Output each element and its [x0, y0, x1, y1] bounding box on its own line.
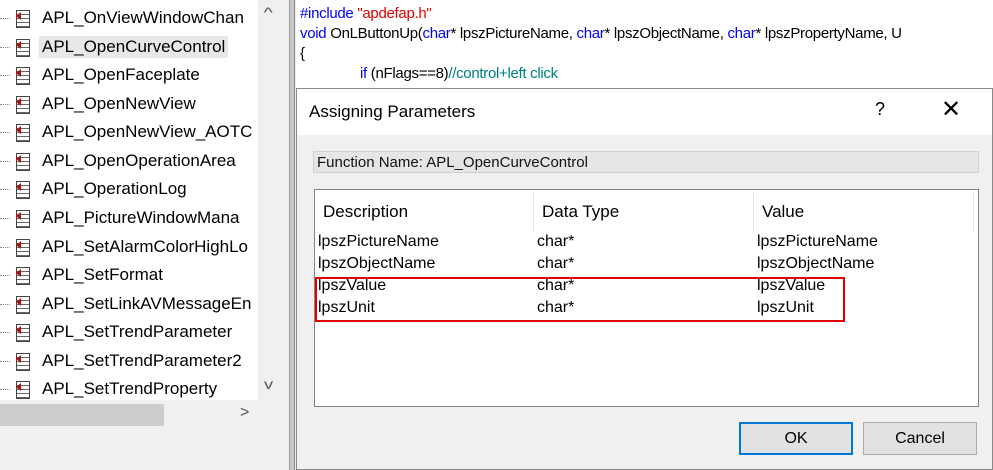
code-token: * lpszPictureName, [450, 25, 577, 42]
list-item[interactable]: APL_SetTrendProperty [0, 376, 220, 400]
code-token: * lpszObjectName, [604, 25, 728, 42]
vertical-scrollbar[interactable]: ^ v [258, 0, 285, 400]
function-list: APL_OnViewWindowChan APL_OpenCurveContro… [0, 0, 258, 400]
list-item[interactable]: APL_SetTrendParameter [0, 319, 235, 345]
cell-data-type: char* [537, 233, 575, 250]
code-token: char [727, 25, 756, 42]
list-item-selected[interactable]: APL_OpenCurveControl [0, 34, 229, 60]
close-button[interactable]: ✕ [941, 95, 961, 124]
list-item[interactable]: APL_OnViewWindowChan [0, 5, 247, 31]
function-icon [12, 8, 30, 28]
list-item[interactable]: APL_PictureWindowMana [0, 205, 242, 231]
cell-description[interactable]: lpszObjectName [318, 255, 435, 273]
list-item[interactable]: APL_OperationLog [0, 176, 190, 202]
code-token: (nFlags==8) [366, 65, 449, 82]
function-icon [12, 379, 30, 399]
function-name-field: Function Name: APL_OpenCurveControl [313, 151, 979, 173]
function-icon [12, 237, 30, 257]
code-token: { [300, 45, 305, 62]
ok-button[interactable]: OK [739, 422, 853, 455]
cell-data-type: char* [537, 255, 575, 272]
code-token: OnLButtonUp( [326, 25, 423, 42]
list-item[interactable]: APL_OpenFaceplate [0, 62, 203, 88]
code-token: * lpszPropertyName, U [755, 25, 902, 42]
scroll-right-icon[interactable]: > [240, 404, 249, 422]
function-icon [12, 179, 30, 199]
cancel-button[interactable]: Cancel [863, 422, 977, 455]
scroll-up-icon[interactable]: ^ [264, 4, 273, 20]
assigning-parameters-dialog: Assigning Parameters ? ✕ Function Name: … [296, 88, 993, 470]
function-icon [12, 294, 30, 314]
column-header-value[interactable]: Value [754, 192, 974, 232]
list-item[interactable]: APL_SetAlarmColorHighLo [0, 234, 251, 260]
parameters-table[interactable]: Description Data Type Value lpszPictureN… [314, 189, 979, 407]
cell-description[interactable]: lpszPictureName [318, 233, 439, 251]
dialog-titlebar: Assigning Parameters ? ✕ [297, 89, 992, 135]
horizontal-scrollbar[interactable]: > [0, 400, 285, 427]
function-icon [12, 322, 30, 342]
cell-value[interactable]: lpszObjectName [757, 255, 874, 273]
function-icon [12, 208, 30, 228]
function-icon [12, 351, 30, 371]
function-icon [12, 265, 30, 285]
splitter[interactable] [289, 0, 295, 470]
list-item[interactable]: APL_OpenNewView [0, 91, 199, 117]
highlight-box [315, 277, 845, 322]
list-item[interactable]: APL_SetLinkAVMessageEn [0, 291, 254, 317]
column-header-data-type[interactable]: Data Type [534, 192, 754, 232]
function-icon [12, 122, 30, 142]
list-item[interactable]: APL_SetFormat [0, 262, 166, 288]
help-button[interactable]: ? [875, 99, 885, 120]
column-header-description[interactable]: Description [315, 192, 534, 232]
code-token: if [360, 65, 367, 82]
function-tree-panel: APL_OnViewWindowChan APL_OpenCurveContro… [0, 0, 288, 470]
code-editor[interactable]: #include "apdefap.h" void OnLButtonUp(ch… [296, 0, 993, 88]
code-token: char [576, 25, 605, 42]
cell-value[interactable]: lpszPictureName [757, 233, 878, 251]
function-icon [12, 151, 30, 171]
list-item[interactable]: APL_SetTrendParameter2 [0, 348, 245, 374]
function-icon [12, 65, 30, 85]
scrollbar-thumb[interactable] [0, 404, 164, 426]
function-icon [12, 94, 30, 114]
code-token: //control+left click [448, 65, 558, 82]
code-token: "apdefap.h" [357, 5, 432, 22]
list-item[interactable]: APL_OpenOperationArea [0, 148, 239, 174]
code-token: #include [300, 5, 354, 22]
list-item[interactable]: APL_OpenNewView_AOTC [0, 119, 255, 145]
code-token: void [300, 25, 327, 42]
code-token: char [422, 25, 451, 42]
scroll-down-icon[interactable]: v [264, 376, 273, 392]
function-icon [12, 37, 30, 57]
dialog-title: Assigning Parameters [309, 102, 476, 121]
